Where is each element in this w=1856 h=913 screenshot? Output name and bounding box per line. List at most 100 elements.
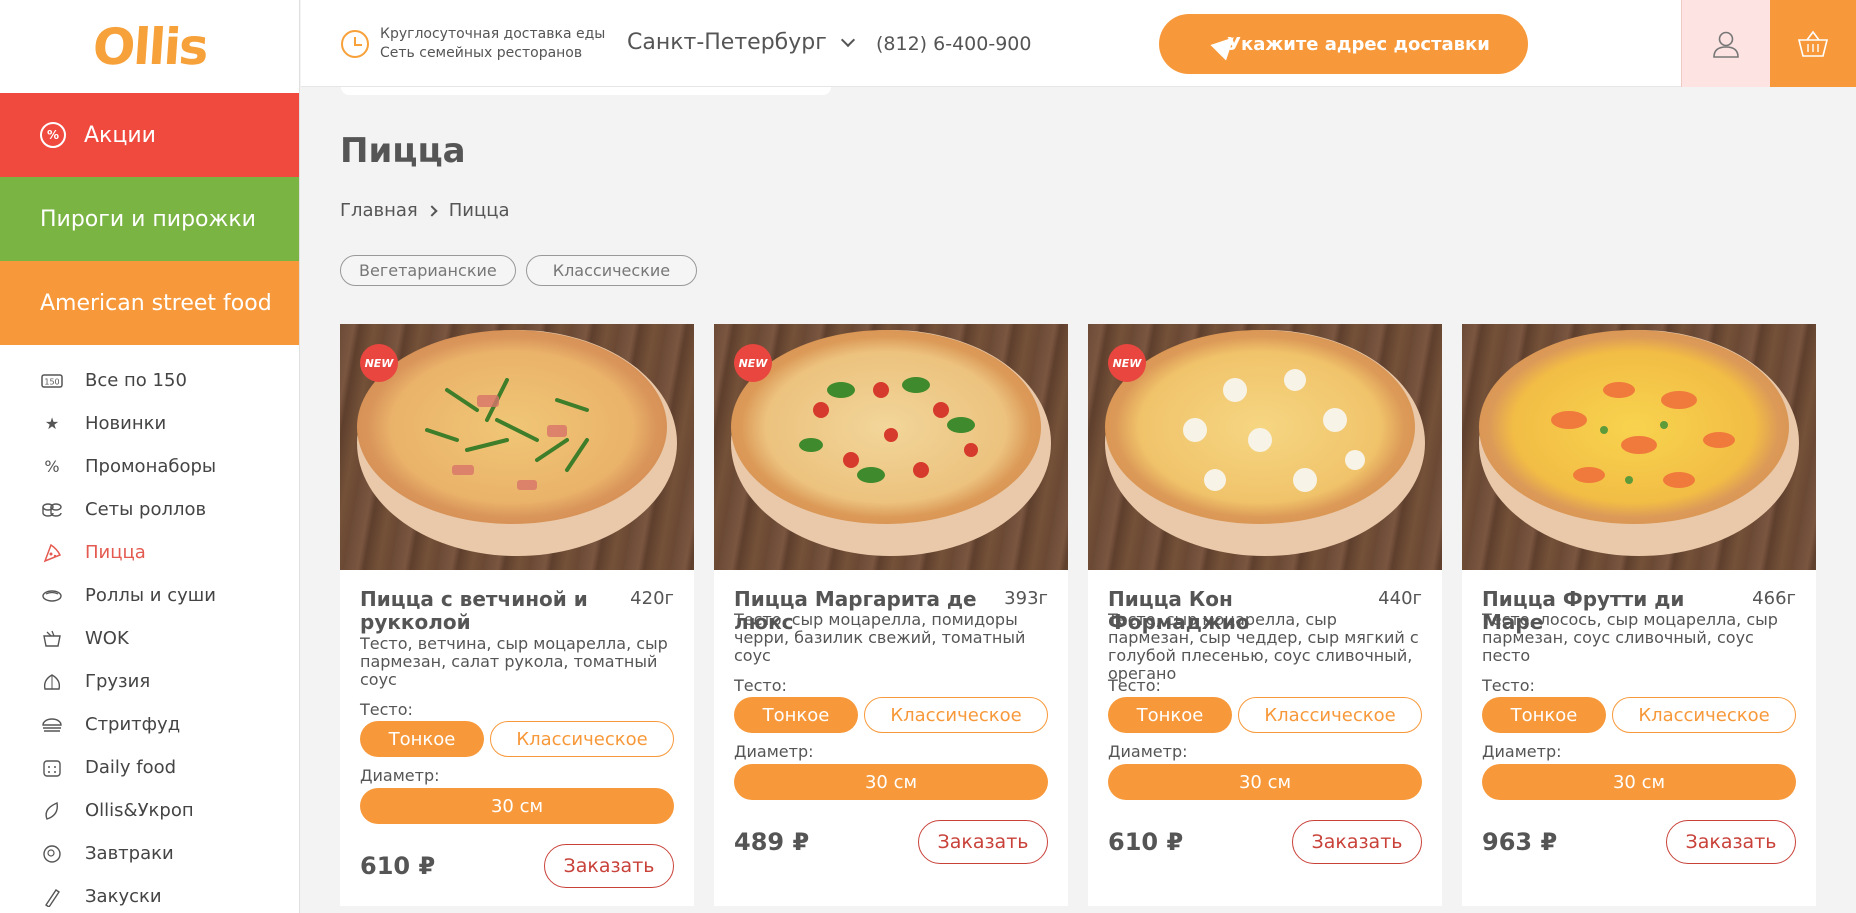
chevron-down-icon — [840, 32, 855, 47]
diameter-option[interactable]: 30 см — [734, 764, 1048, 800]
khinkali-icon — [40, 672, 64, 692]
new-badge: NEW — [1108, 344, 1146, 382]
product-price: 610 ₽ — [1108, 828, 1184, 856]
filter-classic[interactable]: Классические — [525, 255, 698, 286]
plate-icon — [40, 844, 64, 864]
percent-badge-icon: % — [40, 122, 66, 148]
sidebar-item-label: Закуски — [85, 886, 162, 907]
pizza-icon — [40, 543, 64, 563]
sidebar-item-georgia[interactable]: Грузия — [0, 660, 299, 703]
product-card: NEW Пицца Кон Формаджио 440г Тесто, сыр … — [1088, 324, 1442, 906]
sidebar-promo-label: American street food — [40, 290, 272, 316]
product-weight: 393г — [1004, 588, 1048, 609]
tagline-delivery: Круглосуточная доставка еды — [380, 26, 606, 42]
dough-thin-option[interactable]: Тонкое — [360, 721, 484, 757]
order-button[interactable]: Заказать — [918, 820, 1048, 864]
dough-classic-option[interactable]: Классическое — [1612, 697, 1796, 733]
calendar-icon — [40, 758, 64, 778]
sidebar-item-snacks[interactable]: Закуски — [0, 875, 299, 913]
order-button[interactable]: Заказать — [1666, 820, 1796, 864]
sidebar-item-streetfood[interactable]: Стритфуд — [0, 703, 299, 746]
sidebar-item-label: Промонаборы — [85, 456, 217, 477]
toppings-graphic — [799, 377, 978, 483]
sidebar-item-sushi[interactable]: Роллы и суши — [0, 574, 299, 617]
sidebar-item-breakfast[interactable]: Завтраки — [0, 832, 299, 875]
diameter-label: Диаметр: — [734, 742, 814, 761]
dough-thin-option[interactable]: Тонкое — [734, 697, 858, 733]
sidebar-promo-street-food[interactable]: American street food — [0, 261, 299, 345]
diameter-option[interactable]: 30 см — [1482, 764, 1796, 800]
city-label: Санкт-Петербург — [627, 30, 827, 55]
breadcrumb-current: Пицца — [448, 200, 510, 221]
product-grid: NEW Пицца с ветчиной и рукколой 420г Тес… — [340, 324, 1816, 906]
star-icon: ★ — [44, 414, 60, 433]
order-button[interactable]: Заказать — [1292, 820, 1422, 864]
sidebar-item-label: Завтраки — [85, 843, 174, 864]
product-image[interactable]: NEW — [1088, 324, 1442, 570]
category-menu: 150 Все по 150 ★ Новинки % Промонаборы С… — [0, 345, 299, 913]
sidebar-item-roll-sets[interactable]: Сеты роллов — [0, 488, 299, 531]
svg-text:150: 150 — [44, 377, 59, 386]
dough-classic-option[interactable]: Классическое — [864, 697, 1048, 733]
diameter-label: Диаметр: — [1108, 742, 1188, 761]
sidebar-item-label: Все по 150 — [85, 370, 187, 391]
filter-vegetarian[interactable]: Вегетарианские — [340, 255, 516, 286]
dough-label: Тесто: — [1482, 676, 1535, 695]
product-image[interactable] — [1462, 324, 1816, 570]
product-body: Пицца Кон Формаджио 440г Тесто, сыр моца… — [1088, 570, 1442, 864]
city-selector[interactable]: Санкт-Петербург — [627, 30, 855, 55]
user-icon — [1713, 31, 1739, 58]
wok-icon — [40, 629, 64, 649]
product-weight: 420г — [630, 588, 674, 609]
diameter-option[interactable]: 30 см — [1108, 764, 1422, 800]
snack-icon — [40, 887, 64, 907]
price-150-icon: 150 — [40, 371, 64, 391]
dough-selector: Тонкое Классическое — [1482, 697, 1796, 733]
delivery-address-label: Укажите адрес доставки — [1227, 33, 1490, 55]
dough-thin-option[interactable]: Тонкое — [1108, 697, 1232, 733]
leaf-icon — [40, 801, 64, 821]
diameter-option[interactable]: 30 см — [360, 788, 674, 824]
filter-chips: Вегетарианские Классические — [340, 255, 698, 286]
sidebar-item-label: Пицца — [85, 542, 146, 563]
sidebar-item-daily-food[interactable]: Daily food — [0, 746, 299, 789]
sidebar-item-wok[interactable]: WOK — [0, 617, 299, 660]
sidebar-promo-pies[interactable]: Пироги и пирожки — [0, 177, 299, 261]
user-account-button[interactable] — [1681, 0, 1770, 87]
phone-number[interactable]: (812) 6-400-900 — [876, 33, 1031, 55]
logo-link[interactable]: Ollis — [0, 0, 299, 93]
product-image[interactable]: NEW — [714, 324, 1068, 570]
product-card: Пицца Фрутти ди Маре 466г Тесто, лосось,… — [1462, 324, 1816, 906]
sidebar-item-all-150[interactable]: 150 Все по 150 — [0, 359, 299, 402]
product-name[interactable]: Пицца с ветчиной и рукколой — [360, 588, 600, 634]
dough-classic-option[interactable]: Классическое — [1238, 697, 1422, 733]
sidebar-item-label: Роллы и суши — [85, 585, 216, 606]
product-price: 489 ₽ — [734, 828, 810, 856]
sidebar-item-promo-sets[interactable]: % Промонаборы — [0, 445, 299, 488]
sidebar-item-pizza[interactable]: Пицца — [0, 531, 299, 574]
header: Круглосуточная доставка еды Сеть семейны… — [301, 0, 1856, 87]
dough-label: Тесто: — [360, 700, 413, 719]
breadcrumb-home[interactable]: Главная — [340, 200, 418, 221]
order-button[interactable]: Заказать — [544, 844, 674, 888]
dough-label: Тесто: — [734, 676, 787, 695]
sidebar-item-new[interactable]: ★ Новинки — [0, 402, 299, 445]
dough-thin-option[interactable]: Тонкое — [1482, 697, 1606, 733]
sidebar-item-label: Сеты роллов — [85, 499, 207, 520]
delivery-address-button[interactable]: Укажите адрес доставки — [1159, 14, 1528, 74]
main-content: Пицца Главная Пицца Вегетарианские Класс… — [340, 87, 1820, 913]
sidebar-promo-sales[interactable]: % Акции — [0, 93, 299, 177]
product-price: 963 ₽ — [1482, 828, 1558, 856]
sidebar-item-ollis-ukrop[interactable]: Ollis&Укроп — [0, 789, 299, 832]
dough-classic-option[interactable]: Классическое — [490, 721, 674, 757]
product-price: 610 ₽ — [360, 852, 436, 880]
dough-selector: Тонкое Классическое — [1108, 697, 1422, 733]
sidebar: Ollis % Акции Пироги и пирожки American … — [0, 0, 300, 913]
product-body: Пицца с ветчиной и рукколой 420г Тесто, … — [340, 570, 694, 888]
pizza-shape — [1105, 330, 1415, 524]
product-image[interactable]: NEW — [340, 324, 694, 570]
burger-icon — [40, 715, 64, 735]
diameter-label: Диаметр: — [1482, 742, 1562, 761]
product-description: Тесто, ветчина, сыр моцарелла, сыр парме… — [360, 635, 668, 689]
cart-button[interactable] — [1770, 0, 1856, 87]
